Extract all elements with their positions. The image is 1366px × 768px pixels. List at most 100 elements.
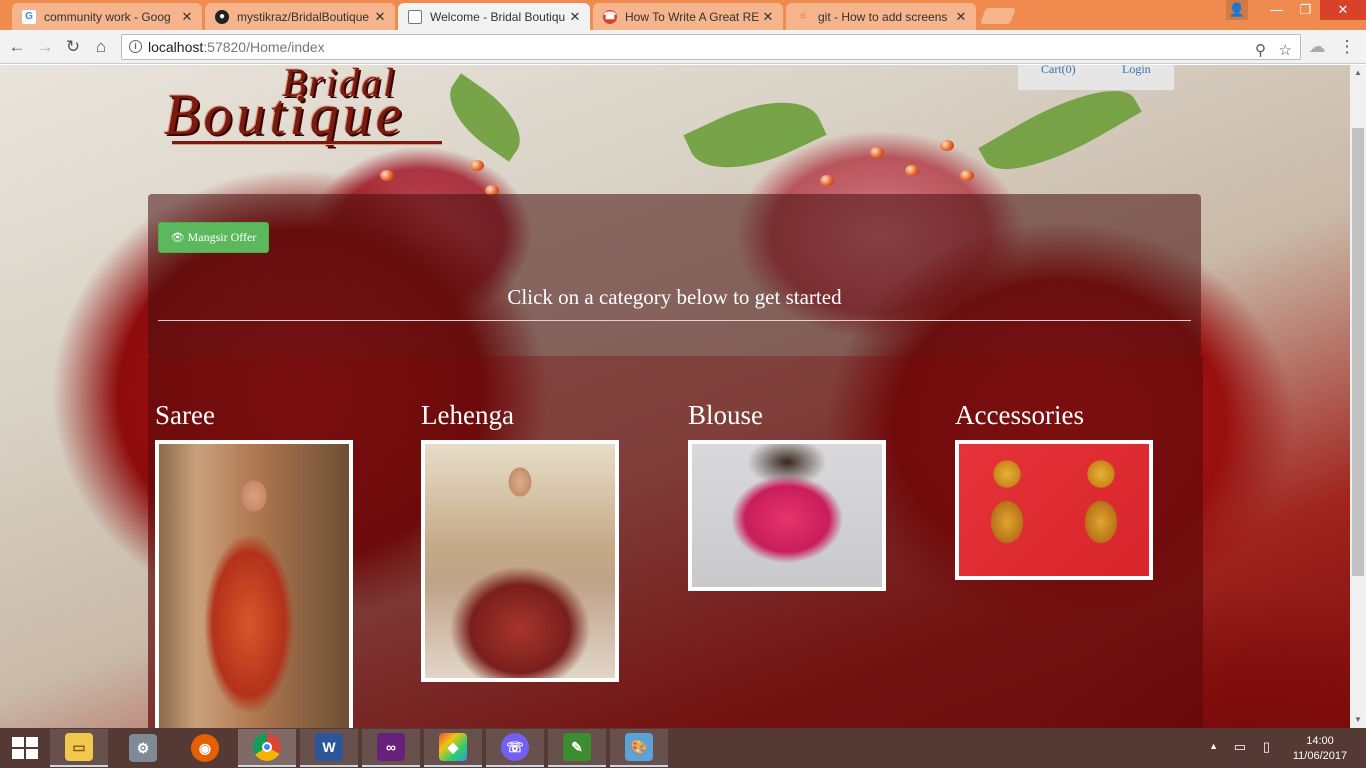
- category-image-frame[interactable]: [421, 440, 619, 682]
- clock-time: 14:00: [1306, 735, 1334, 747]
- back-icon[interactable]: ←: [6, 36, 28, 58]
- stackoverflow-icon: ≡: [800, 11, 806, 22]
- cart-link[interactable]: Cart(0): [1041, 65, 1076, 77]
- window-controls: 👤 — ❐ ✕: [1226, 0, 1366, 22]
- address-bar[interactable]: i localhost:57820/Home/index ⚲ ☆: [121, 34, 1301, 60]
- category-title: Accessories: [955, 400, 1084, 430]
- accessories-image[interactable]: [959, 444, 1149, 576]
- category-image-frame[interactable]: [955, 440, 1153, 580]
- network-icon[interactable]: ▯: [1263, 739, 1270, 755]
- tab-community-work[interactable]: G community work - Goog ✕: [12, 3, 202, 30]
- menu-icon[interactable]: ⋮: [1336, 36, 1358, 58]
- page-headline: Click on a category below to get started: [507, 285, 842, 309]
- info-icon[interactable]: i: [129, 40, 142, 53]
- viber-icon[interactable]: ☏: [486, 729, 544, 767]
- eye-icon: 👁: [170, 232, 185, 244]
- water-drop: [380, 170, 394, 181]
- category-accessories[interactable]: Accessories: [955, 400, 1153, 580]
- url-host: localhost: [148, 39, 204, 55]
- user-icon[interactable]: 👤: [1226, 0, 1248, 20]
- phone-icon: ☎: [603, 9, 617, 24]
- taskbar-clock[interactable]: 14:00 11/06/2017: [1290, 734, 1350, 764]
- blouse-image[interactable]: [692, 444, 882, 587]
- paint-icon[interactable]: 🎨: [610, 729, 668, 767]
- category-title: Lehenga: [421, 400, 514, 430]
- saree-image[interactable]: [159, 444, 349, 728]
- tab-readme[interactable]: ☎ How To Write A Great RE ✕: [593, 3, 783, 30]
- google-icon: G: [22, 9, 36, 24]
- category-blouse[interactable]: Blouse: [688, 400, 886, 591]
- firefox-icon[interactable]: ◉: [176, 729, 234, 767]
- tab-title: git - How to add screens: [818, 9, 948, 24]
- page-viewport: Bridal Boutique Cart(0) Login 👁 Mangsir …: [0, 65, 1350, 728]
- editor-icon[interactable]: ✎: [548, 729, 606, 767]
- category-image-frame[interactable]: [688, 440, 886, 591]
- tab-title: mystikraz/BridalBoutique: [237, 9, 370, 24]
- divider: [158, 320, 1191, 321]
- category-lehenga[interactable]: Lehenga: [421, 400, 619, 682]
- page-icon: [408, 9, 422, 24]
- forward-icon[interactable]: →: [34, 36, 56, 58]
- reload-icon[interactable]: ↻: [62, 36, 84, 58]
- clock-date: 11/06/2017: [1292, 750, 1348, 762]
- extension-icon[interactable]: ☁: [1306, 36, 1328, 58]
- tab-welcome[interactable]: Welcome - Bridal Boutiqu ✕: [398, 3, 590, 30]
- tab-stackoverflow[interactable]: ≡ git - How to add screens ✕: [786, 3, 976, 30]
- water-drop: [960, 170, 974, 181]
- tab-title: How To Write A Great RE: [625, 9, 759, 24]
- background-leaf: [683, 80, 827, 190]
- jumbotron-panel: 👁 Mangsir Offer Click on a category belo…: [148, 194, 1201, 356]
- category-image-frame[interactable]: [155, 440, 353, 728]
- logo-text-boutique: Boutique: [164, 82, 406, 147]
- url-path: :57820/Home/index: [203, 39, 325, 55]
- category-panel: Saree Lehenga Blouse Accessories: [148, 356, 1203, 728]
- chrome-icon[interactable]: [238, 729, 296, 767]
- restore-icon[interactable]: ❐: [1291, 0, 1320, 20]
- close-window-icon[interactable]: ✕: [1320, 0, 1366, 20]
- water-drop: [870, 147, 884, 158]
- close-icon[interactable]: ✕: [759, 9, 777, 25]
- minimize-icon[interactable]: —: [1262, 0, 1291, 20]
- file-explorer-icon[interactable]: ▭: [50, 729, 108, 767]
- tray-expand-icon[interactable]: ▲: [1209, 741, 1218, 751]
- visual-studio-icon[interactable]: ∞: [362, 729, 420, 767]
- windows-start-icon[interactable]: [12, 737, 38, 759]
- offer-button-label: Mangsir Offer: [187, 230, 257, 244]
- browser-toolbar: ← → ↻ ⌂ i localhost:57820/Home/index ⚲ ☆…: [0, 30, 1366, 64]
- scrollbar-thumb[interactable]: [1352, 128, 1364, 576]
- category-title: Saree: [155, 400, 215, 430]
- close-icon[interactable]: ✕: [566, 9, 584, 25]
- login-link[interactable]: Login: [1122, 65, 1151, 77]
- tab-title: Welcome - Bridal Boutiqu: [430, 9, 566, 24]
- scroll-down-icon[interactable]: ▼: [1350, 712, 1366, 728]
- water-drop: [820, 175, 834, 186]
- vertical-scrollbar[interactable]: ▲ ▼: [1350, 65, 1366, 728]
- windows-taskbar: ▭ ⚙ ◉ W ∞ ◆ ☏ ✎ 🎨 ▲ ▭ ▯ 14:00 11/06/2017: [0, 728, 1366, 768]
- home-icon[interactable]: ⌂: [90, 36, 112, 58]
- category-saree[interactable]: Saree: [155, 400, 353, 728]
- water-drop: [470, 160, 484, 171]
- water-drop: [905, 165, 919, 176]
- close-icon[interactable]: ✕: [952, 9, 970, 25]
- git-extensions-icon[interactable]: ◆: [424, 729, 482, 767]
- close-icon[interactable]: ✕: [178, 9, 196, 25]
- category-title: Blouse: [688, 400, 764, 430]
- system-app-icon[interactable]: ⚙: [114, 729, 172, 767]
- word-icon[interactable]: W: [300, 729, 358, 767]
- tab-strip: G community work - Goog ✕ ● mystikraz/Br…: [0, 0, 1366, 30]
- scroll-up-icon[interactable]: ▲: [1350, 65, 1366, 81]
- zoom-icon[interactable]: ⚲: [1255, 39, 1266, 63]
- close-icon[interactable]: ✕: [371, 9, 389, 25]
- github-icon: ●: [215, 9, 229, 24]
- water-drop: [940, 140, 954, 151]
- tab-github[interactable]: ● mystikraz/BridalBoutique ✕: [205, 3, 395, 30]
- bookmark-star-icon[interactable]: ☆: [1279, 39, 1292, 63]
- tab-title: community work - Goog: [44, 9, 171, 24]
- top-nav: Cart(0) Login: [1018, 65, 1174, 90]
- mangsir-offer-button[interactable]: 👁 Mangsir Offer: [158, 222, 269, 253]
- new-tab-button[interactable]: [980, 8, 1016, 24]
- logo-underline: [172, 141, 442, 144]
- site-logo[interactable]: Bridal Boutique: [162, 65, 452, 155]
- lehenga-image[interactable]: [425, 444, 615, 678]
- battery-icon[interactable]: ▭: [1234, 739, 1246, 755]
